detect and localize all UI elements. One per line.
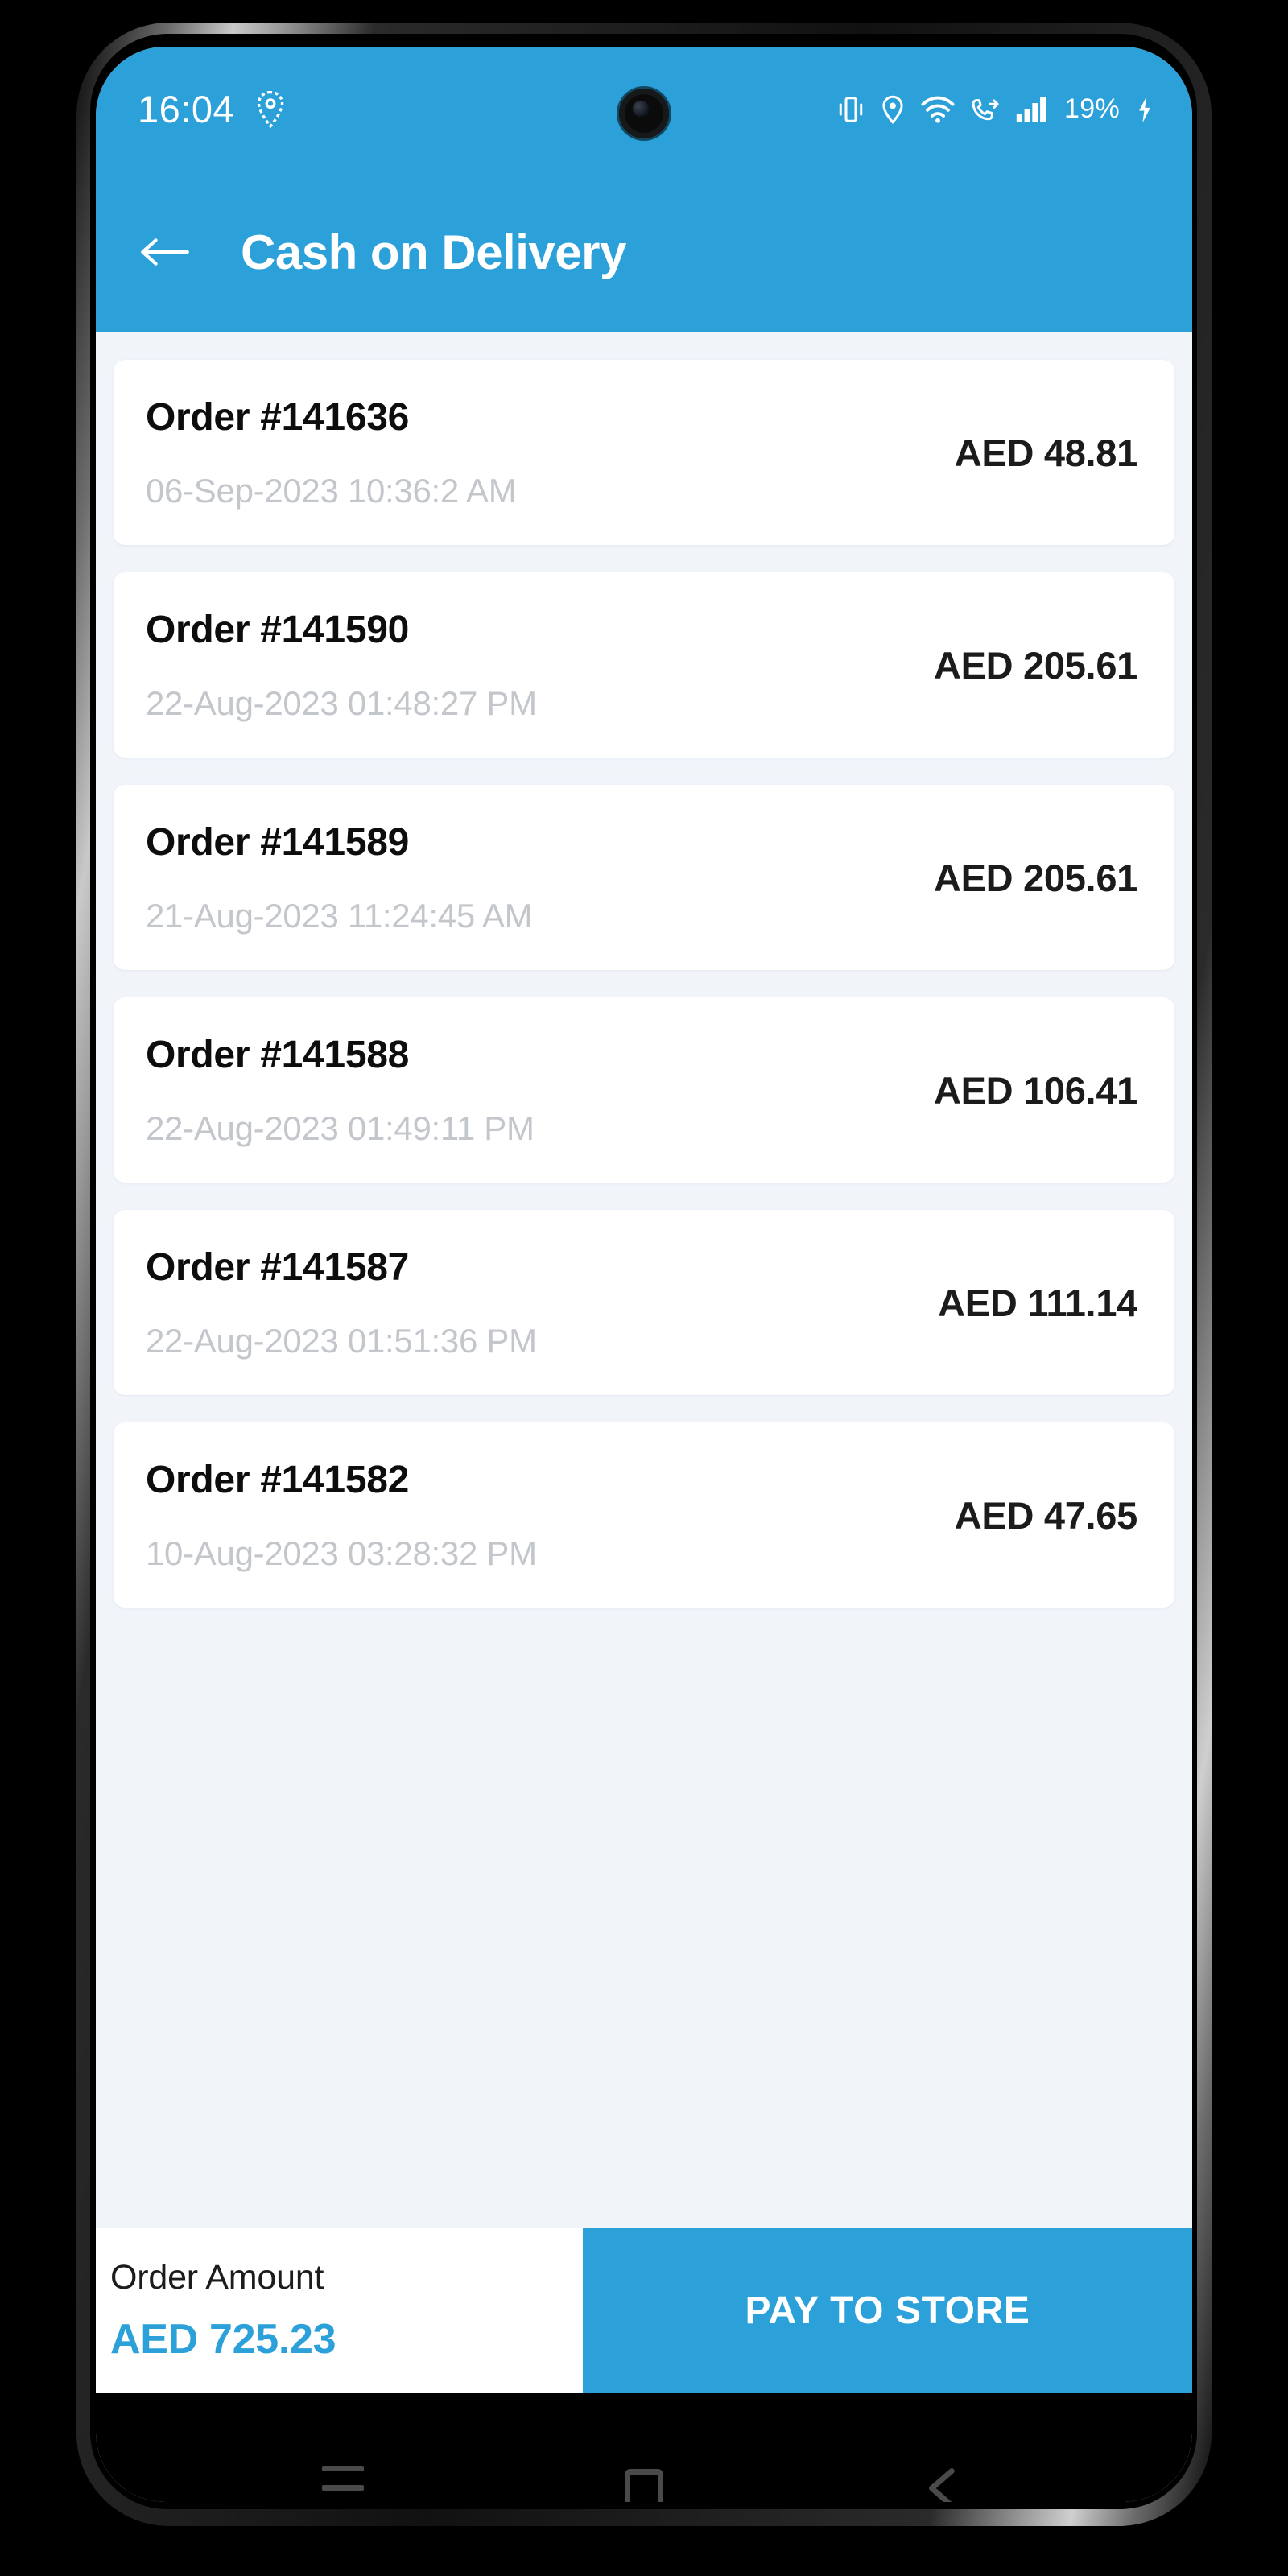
order-amount-total: AED 725.23	[110, 2316, 336, 2363]
order-id: Order #141636	[146, 395, 410, 439]
order-date: 06-Sep-2023 10:36:2 AM	[146, 471, 517, 510]
order-amount: AED 47.65	[954, 1493, 1138, 1537]
location-pin-icon	[255, 90, 286, 128]
status-clock: 16:04	[138, 88, 235, 130]
table-row[interactable]: Order #141588 22-Aug-2023 01:49:11 PM AE…	[114, 997, 1174, 1183]
bottom-summary-bar: Order Amount AED 725.23 PAY TO STORE	[96, 2228, 1192, 2393]
app-bar: Cash on Delivery	[96, 171, 1192, 332]
pay-to-store-button[interactable]: PAY TO STORE	[583, 2228, 1192, 2393]
location-icon	[881, 95, 905, 124]
order-info: Order #141588 22-Aug-2023 01:49:11 PM	[146, 1033, 535, 1148]
order-amount: AED 48.81	[954, 431, 1138, 474]
order-date: 10-Aug-2023 03:28:32 PM	[146, 1534, 537, 1572]
order-info: Order #141587 22-Aug-2023 01:51:36 PM	[146, 1245, 537, 1360]
table-row[interactable]: Order #141590 22-Aug-2023 01:48:27 PM AE…	[114, 572, 1174, 758]
page-title: Cash on Delivery	[241, 225, 626, 279]
order-date: 22-Aug-2023 01:48:27 PM	[146, 683, 537, 722]
order-id: Order #141589	[146, 820, 410, 864]
status-bar-left: 16:04	[138, 87, 286, 131]
order-amount: AED 106.41	[933, 1068, 1137, 1112]
order-id: Order #141588	[146, 1033, 410, 1076]
status-bar-right: 19%	[837, 93, 1154, 125]
order-date: 21-Aug-2023 11:24:45 AM	[146, 896, 533, 935]
menu-lines	[322, 2466, 364, 2502]
order-id: Order #141590	[146, 608, 410, 651]
order-amount: AED 205.61	[933, 643, 1137, 687]
screenshot-root: 16:04 19% Cash on Delivery Order #141636…	[0, 0, 1288, 2576]
table-row[interactable]: Order #141587 22-Aug-2023 01:51:36 PM AE…	[114, 1210, 1174, 1395]
order-info: Order #141582 10-Aug-2023 03:28:32 PM	[146, 1458, 537, 1573]
order-info: Order #141590 22-Aug-2023 01:48:27 PM	[146, 608, 537, 723]
menu-line	[322, 2466, 364, 2471]
call-forward-icon	[971, 96, 1000, 123]
table-row[interactable]: Order #141589 21-Aug-2023 11:24:45 AM AE…	[114, 785, 1174, 970]
battery-charging-icon	[1136, 95, 1154, 124]
order-date: 22-Aug-2023 01:49:11 PM	[146, 1108, 535, 1147]
menu-line	[322, 2485, 364, 2491]
battery-percent-label: 19%	[1064, 93, 1120, 124]
back-triangle-icon[interactable]	[909, 2452, 981, 2502]
signal-bars-icon	[1016, 96, 1048, 123]
order-amount-summary: Order Amount AED 725.23	[96, 2228, 583, 2393]
vibrate-icon	[837, 95, 865, 124]
wifi-icon	[921, 96, 955, 123]
order-amount-label: Order Amount	[110, 2258, 324, 2297]
status-bar: 16:04 19%	[96, 47, 1192, 171]
menu-icon[interactable]	[307, 2452, 379, 2503]
order-info: Order #141636 06-Sep-2023 10:36:2 AM	[146, 395, 517, 510]
order-list: Order #141636 06-Sep-2023 10:36:2 AM AED…	[96, 332, 1192, 2228]
android-nav-bar	[96, 2393, 1192, 2502]
order-id: Order #141582	[146, 1458, 410, 1501]
phone-screen: 16:04 19% Cash on Delivery Order #141636…	[96, 47, 1192, 2502]
table-row[interactable]: Order #141582 10-Aug-2023 03:28:32 PM AE…	[114, 1422, 1174, 1608]
order-amount: AED 205.61	[933, 856, 1137, 899]
order-info: Order #141589 21-Aug-2023 11:24:45 AM	[146, 820, 533, 935]
order-id: Order #141587	[146, 1245, 410, 1289]
order-amount: AED 111.14	[938, 1281, 1137, 1324]
front-camera-punch-hole	[619, 89, 669, 138]
back-arrow-icon[interactable]	[139, 226, 191, 278]
home-square-icon[interactable]	[608, 2452, 680, 2502]
home-square	[625, 2468, 663, 2502]
order-date: 22-Aug-2023 01:51:36 PM	[146, 1321, 537, 1360]
table-row[interactable]: Order #141636 06-Sep-2023 10:36:2 AM AED…	[114, 360, 1174, 545]
